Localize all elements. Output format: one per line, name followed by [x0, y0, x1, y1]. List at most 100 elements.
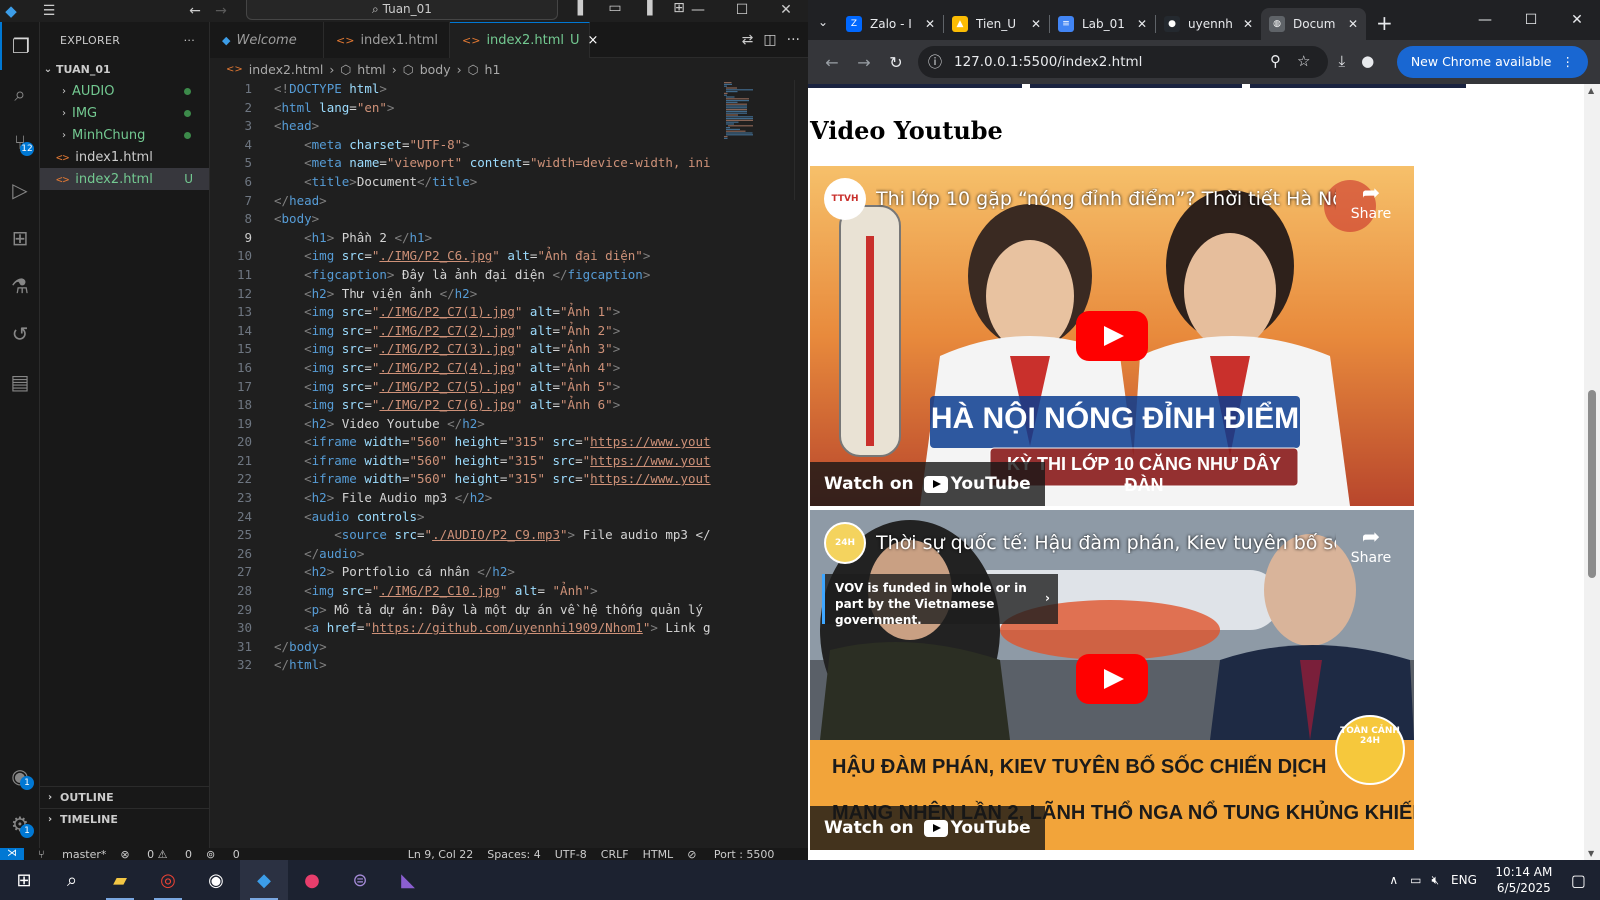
network-icon[interactable]: ▭: [1410, 873, 1421, 887]
code-line[interactable]: 20 <iframe width="560" height="315" src=…: [210, 433, 720, 452]
download-icon[interactable]: ⤓: [1338, 52, 1345, 70]
outline-section[interactable]: › OUTLINE: [40, 786, 210, 808]
encoding[interactable]: UTF-8: [555, 848, 587, 860]
reload-icon[interactable]: ↻: [880, 53, 912, 72]
scroll-up-icon[interactable]: ▲: [1588, 86, 1594, 95]
address-bar[interactable]: ⓘ 127.0.0.1:5500/index2.html: [918, 46, 1328, 78]
close-tab-icon[interactable]: ×: [588, 33, 599, 48]
youtube-embed-1[interactable]: TTVH Thi lớp 10 gặp “nóng đỉnh điểm”? Th…: [810, 166, 1414, 506]
breadcrumb-file[interactable]: index2.html: [249, 62, 324, 77]
code-line[interactable]: 28 <img src="./IMG/P2_C10.jpg" alt= "Ảnh…: [210, 582, 720, 601]
minimize-button[interactable]: —: [676, 0, 720, 20]
code-line[interactable]: 24 <audio controls>: [210, 508, 720, 527]
notifications-icon[interactable]: ▢: [1571, 871, 1586, 890]
video-title-2[interactable]: Thời sự quốc tế: Hậu đàm phán, Kiev tuyê…: [876, 532, 1336, 554]
channel-avatar[interactable]: TTVH: [824, 178, 866, 220]
accounts-icon[interactable]: ◉ 1: [0, 752, 40, 800]
close-tab-icon[interactable]: ✕: [1348, 17, 1358, 31]
code-line[interactable]: 17 <img src="./IMG/P2_C7(5).jpg" alt="Ản…: [210, 378, 720, 397]
code-line[interactable]: 11 <figcaption> Đây là ảnh đại diện </fi…: [210, 266, 720, 285]
code-line[interactable]: 1 <!DOCTYPE html>: [210, 80, 720, 99]
code-line[interactable]: 2 <html lang="en">: [210, 99, 720, 118]
back-arrow-icon[interactable]: ←: [182, 3, 208, 19]
new-tab-icon[interactable]: +: [1376, 11, 1393, 35]
compare-changes-icon[interactable]: ⇄: [742, 32, 754, 48]
testing-icon[interactable]: ⚗: [0, 262, 40, 310]
code-line[interactable]: 14 <img src="./IMG/P2_C7(2).jpg" alt="Ản…: [210, 322, 720, 341]
chrome-tab-3[interactable]: ≡ Lab_01 ✕: [1050, 8, 1155, 40]
explorer-icon[interactable]: ❐: [0, 22, 40, 70]
close-tab-icon[interactable]: ✕: [925, 17, 935, 31]
code-line[interactable]: 25 <source src="./AUDIO/P2_C9.mp3"> File…: [210, 526, 720, 545]
code-line[interactable]: 5 <meta name="viewport" content="width=d…: [210, 154, 720, 173]
chrome-tab-1[interactable]: Z Zalo - I ✕: [838, 8, 943, 40]
chrome-close-button[interactable]: ✕: [1554, 0, 1600, 40]
code-line[interactable]: 19 <h2> Video Youtube </h2>: [210, 415, 720, 434]
minimap[interactable]: [722, 80, 778, 140]
chrome-minimize-button[interactable]: —: [1462, 0, 1508, 40]
watch-on-youtube[interactable]: Watch on YouTube: [810, 806, 1045, 850]
tab-index1[interactable]: <> index1.html: [324, 22, 450, 58]
remote-indicator-icon[interactable]: ⋊: [0, 848, 24, 860]
share-button[interactable]: ➦ Share: [1346, 526, 1396, 567]
tab-index2[interactable]: <> index2.html U ×: [450, 22, 598, 58]
tree-item-index1-html[interactable]: <> index1.html: [40, 146, 209, 168]
code-line[interactable]: 9 <h1> Phần 2 </h1>: [210, 229, 720, 248]
close-button[interactable]: ✕: [764, 0, 808, 20]
close-tab-icon[interactable]: ✕: [1031, 17, 1041, 31]
code-line[interactable]: 21 <iframe width="560" height="315" src=…: [210, 452, 720, 471]
scrollbar-thumb[interactable]: [1588, 390, 1596, 578]
tab-welcome[interactable]: ◆ Welcome: [210, 22, 324, 58]
code-line[interactable]: 29 <p> Mô tả dự án: Đây là một dự án về …: [210, 601, 720, 620]
ports-status[interactable]: ⊚ 0: [206, 848, 240, 860]
breadcrumb-h1[interactable]: h1: [485, 62, 501, 77]
code-line[interactable]: 32 </html>: [210, 656, 720, 675]
code-line[interactable]: 13 <img src="./IMG/P2_C7(1).jpg" alt="Ản…: [210, 303, 720, 322]
close-tab-icon[interactable]: ✕: [1243, 17, 1253, 31]
start-button[interactable]: ⊞: [0, 860, 48, 900]
code-editor[interactable]: 1 <!DOCTYPE html> 2 <html lang="en"> 3 <head>…: [210, 80, 720, 780]
app-icon-oo[interactable]: ●: [288, 860, 336, 900]
profile-icon[interactable]: ●: [1361, 52, 1374, 70]
code-line[interactable]: 15 <img src="./IMG/P2_C7(3).jpg" alt="Ản…: [210, 340, 720, 359]
code-line[interactable]: 16 <img src="./IMG/P2_C7(4).jpg" alt="Ản…: [210, 359, 720, 378]
tab-search-icon[interactable]: ⌄: [808, 15, 838, 29]
code-line[interactable]: 6 <title>Document</title>: [210, 173, 720, 192]
play-button[interactable]: [1076, 654, 1148, 704]
toggle-panel-icon[interactable]: ▭: [602, 0, 628, 16]
maximize-button[interactable]: ☐: [720, 0, 764, 20]
watch-on-youtube[interactable]: Watch on YouTube: [810, 462, 1045, 506]
bookmark-star-icon[interactable]: ☆: [1297, 52, 1310, 70]
tree-item-audio[interactable]: › AUDIO: [40, 80, 209, 102]
chat-icon[interactable]: ▤: [0, 358, 40, 406]
youtube-embed-2[interactable]: 24H Thời sự quốc tế: Hậu đàm phán, Kiev …: [810, 510, 1414, 850]
code-line[interactable]: 27 <h2> Portfolio cá nhân </h2>: [210, 563, 720, 582]
code-line[interactable]: 8 <body>: [210, 210, 720, 229]
chrome-maximize-button[interactable]: ☐: [1508, 0, 1554, 40]
timeline-section[interactable]: › TIMELINE: [40, 808, 210, 830]
app-icon[interactable]: ◉: [192, 860, 240, 900]
settings-gear-icon[interactable]: ⚙ 1: [0, 800, 40, 848]
code-line[interactable]: 22 <iframe width="560" height="315" src=…: [210, 470, 720, 489]
search-icon[interactable]: ⌕: [48, 860, 96, 900]
end-of-line[interactable]: CRLF: [601, 848, 629, 860]
code-line[interactable]: 26 </audio>: [210, 545, 720, 564]
video-title-1[interactable]: Thi lớp 10 gặp “nóng đỉnh điểm”? Thời ti…: [876, 188, 1336, 210]
more-actions-icon[interactable]: ···: [787, 32, 800, 48]
tree-item-index2-html[interactable]: <> index2.html U: [40, 168, 209, 190]
language-mode[interactable]: HTML: [643, 848, 674, 860]
show-hidden-icons-icon[interactable]: ∧: [1389, 873, 1398, 887]
more-actions-icon[interactable]: ···: [184, 34, 195, 47]
live-server-port[interactable]: ⊘ Port : 5500: [687, 848, 774, 860]
page-scrollbar[interactable]: ▲ ▼: [1584, 84, 1600, 860]
code-line[interactable]: 3 <head>: [210, 117, 720, 136]
extensions-icon[interactable]: ⊞: [0, 214, 40, 262]
remote-icon[interactable]: ↺: [0, 310, 40, 358]
clock[interactable]: 10:14 AM 6/5/2025: [1487, 864, 1561, 896]
funding-notice[interactable]: VOV is funded in whole or in part by the…: [822, 574, 1058, 627]
chrome-icon[interactable]: ◎: [144, 860, 192, 900]
source-control-icon[interactable]: ⑂ 12: [0, 118, 40, 166]
zoom-icon[interactable]: ⚲: [1270, 52, 1281, 70]
language-indicator[interactable]: ENG: [1451, 873, 1477, 887]
code-line[interactable]: 30 <a href="https://github.com/uyennhi19…: [210, 619, 720, 638]
